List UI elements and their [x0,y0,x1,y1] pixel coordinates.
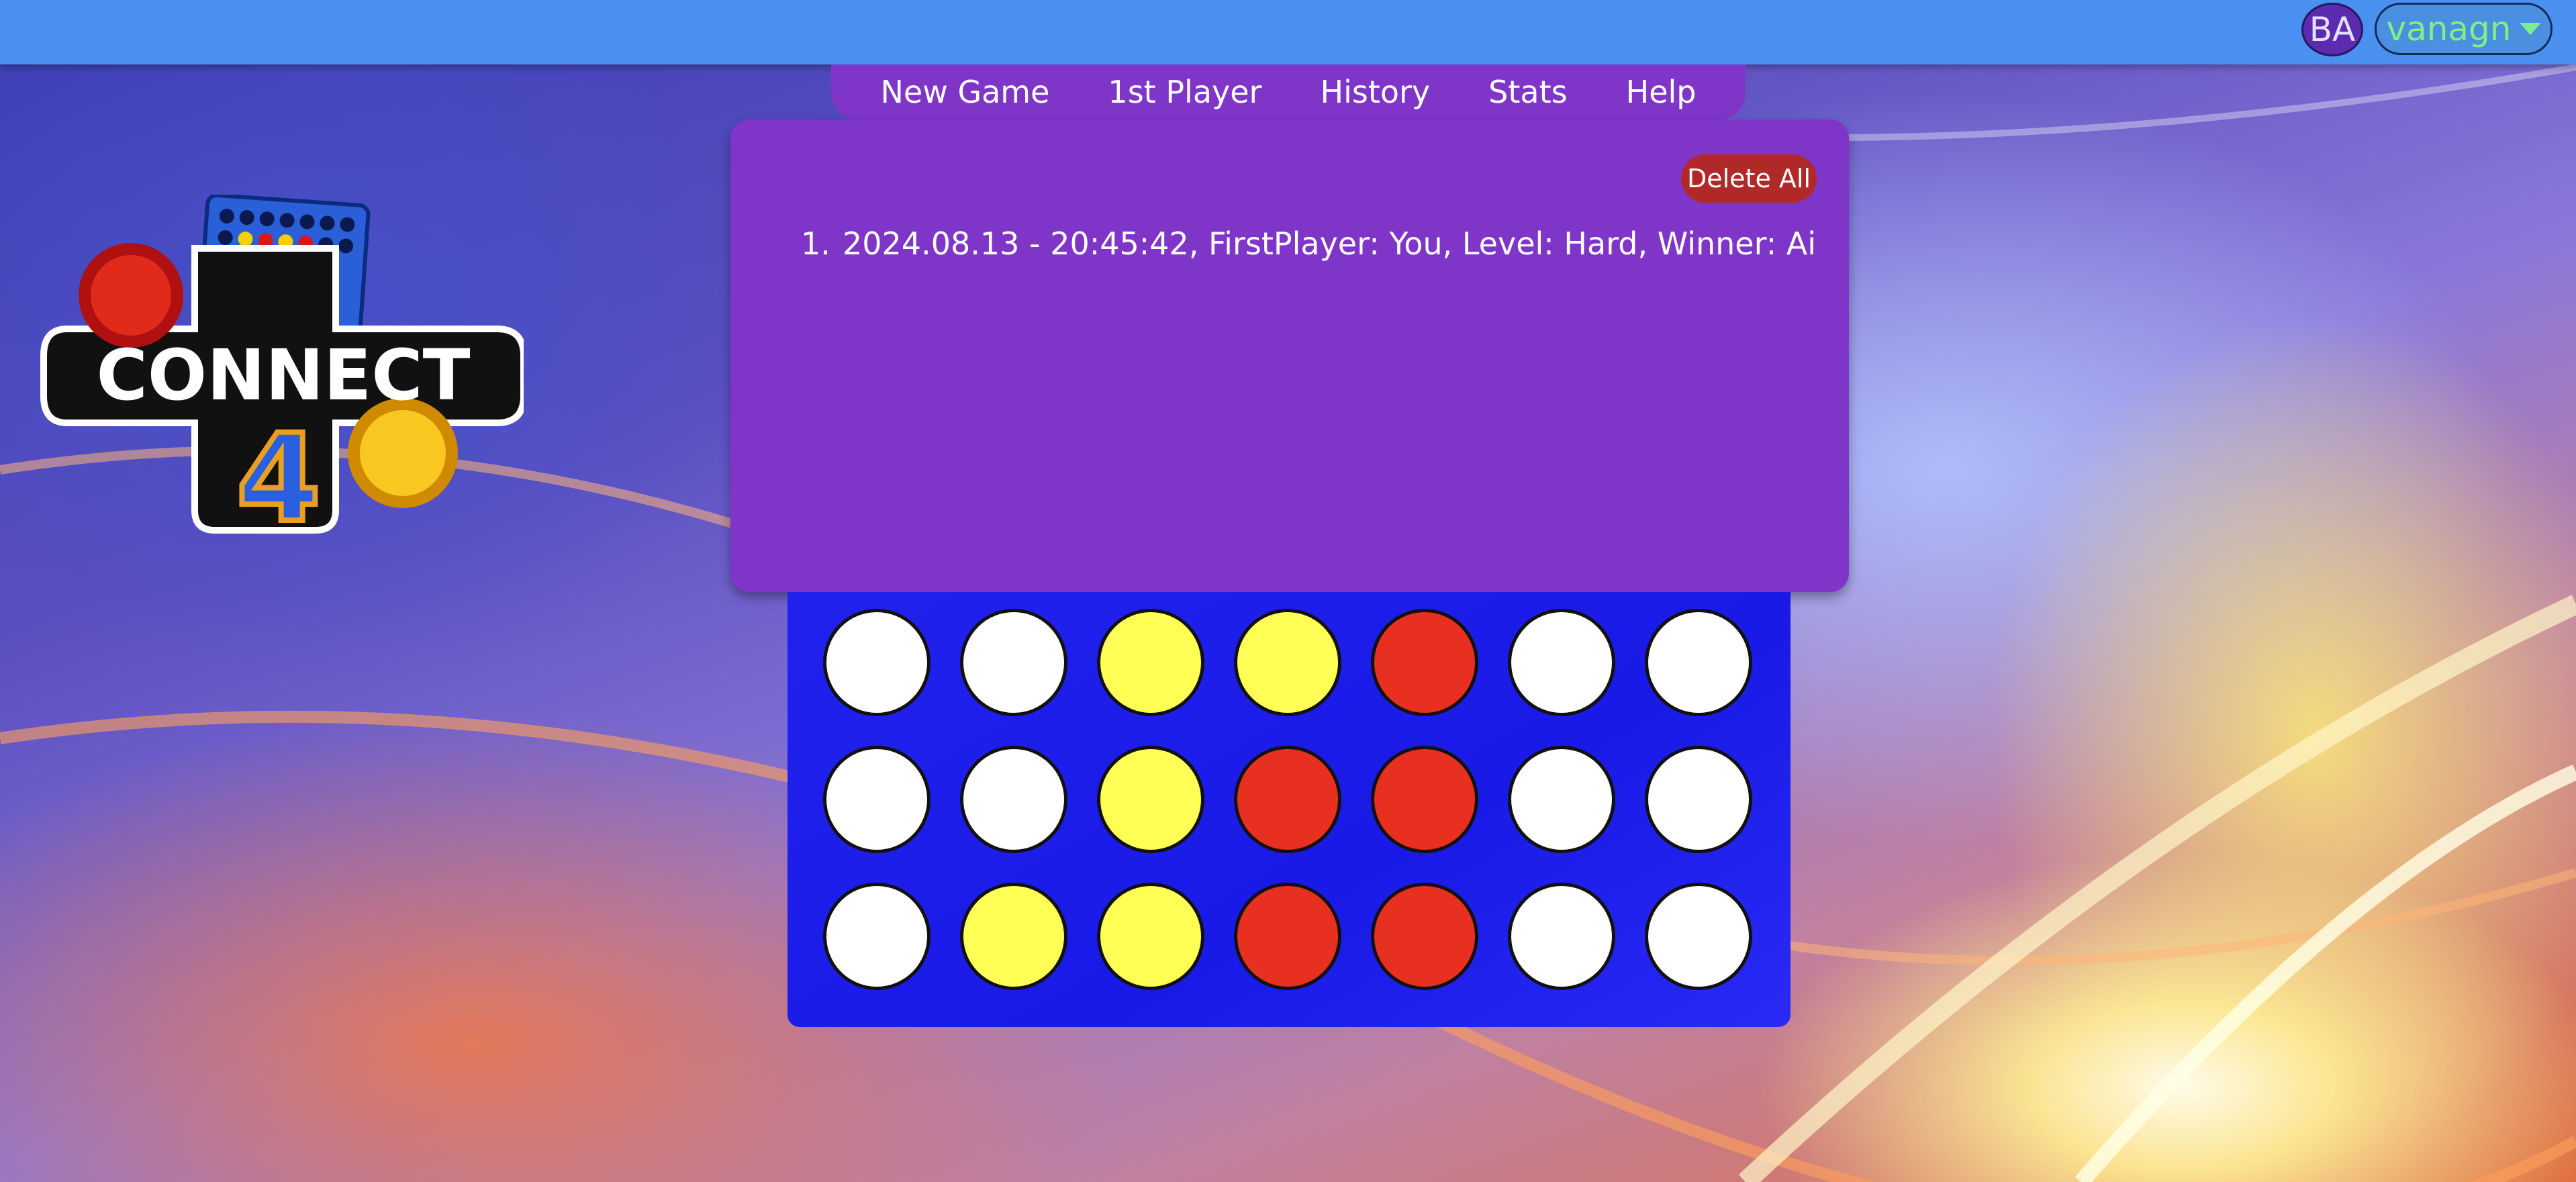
menu-history[interactable]: History [1320,74,1430,110]
connect-4-logo: CONNECT 4 [40,195,524,544]
delete-all-button[interactable]: Delete All [1681,154,1817,203]
menu-first-player[interactable]: 1st Player [1108,74,1261,110]
board-cell-yellow[interactable] [1234,609,1341,716]
user-menu-button[interactable]: vanagn [2375,3,2553,55]
board-cell-empty[interactable] [1645,746,1752,853]
board-cell-red[interactable] [1234,746,1341,853]
user-avatar[interactable]: BA [2301,3,2363,56]
history-panel: Delete All 1. 2024.08.13 - 20:45:42, Firs… [730,119,1849,592]
board-cell-empty[interactable] [1508,609,1615,716]
chevron-down-icon [2519,23,2541,35]
board-cell-yellow[interactable] [1097,746,1204,853]
board-cell-empty[interactable] [823,746,931,853]
top-bar: BA vanagn [0,0,2576,64]
board-cell-red[interactable] [1371,883,1478,990]
menu-help[interactable]: Help [1626,74,1697,110]
board-cell-yellow[interactable] [1097,883,1204,990]
board-cell-red[interactable] [1371,746,1478,853]
board-cell-empty[interactable] [1645,609,1752,716]
logo-text: CONNECT [96,334,470,416]
menu-stats[interactable]: Stats [1488,74,1567,110]
logo-digit: 4 [236,409,320,544]
history-entry-text: 2024.08.13 - 20:45:42, FirstPlayer: You,… [843,226,1817,262]
history-entry: 1. 2024.08.13 - 20:45:42, FirstPlayer: Yo… [801,226,1816,262]
board-cell-empty[interactable] [823,883,931,990]
game-board[interactable] [788,592,1791,1027]
board-cell-empty[interactable] [1508,883,1615,990]
main-menu: New Game 1st Player History Stats Help [831,64,1746,119]
board-cell-red[interactable] [1371,609,1478,716]
username-label: vanagn [2386,9,2512,48]
board-cell-empty[interactable] [1645,883,1752,990]
board-cell-red[interactable] [1234,883,1341,990]
board-cell-empty[interactable] [823,609,931,716]
board-cell-empty[interactable] [960,609,1067,716]
board-cell-yellow[interactable] [1097,609,1204,716]
board-cell-empty[interactable] [1508,746,1615,853]
board-cell-empty[interactable] [960,746,1067,853]
history-entry-number: 1. [801,226,830,262]
menu-new-game[interactable]: New Game [881,74,1050,110]
board-cell-yellow[interactable] [960,883,1067,990]
